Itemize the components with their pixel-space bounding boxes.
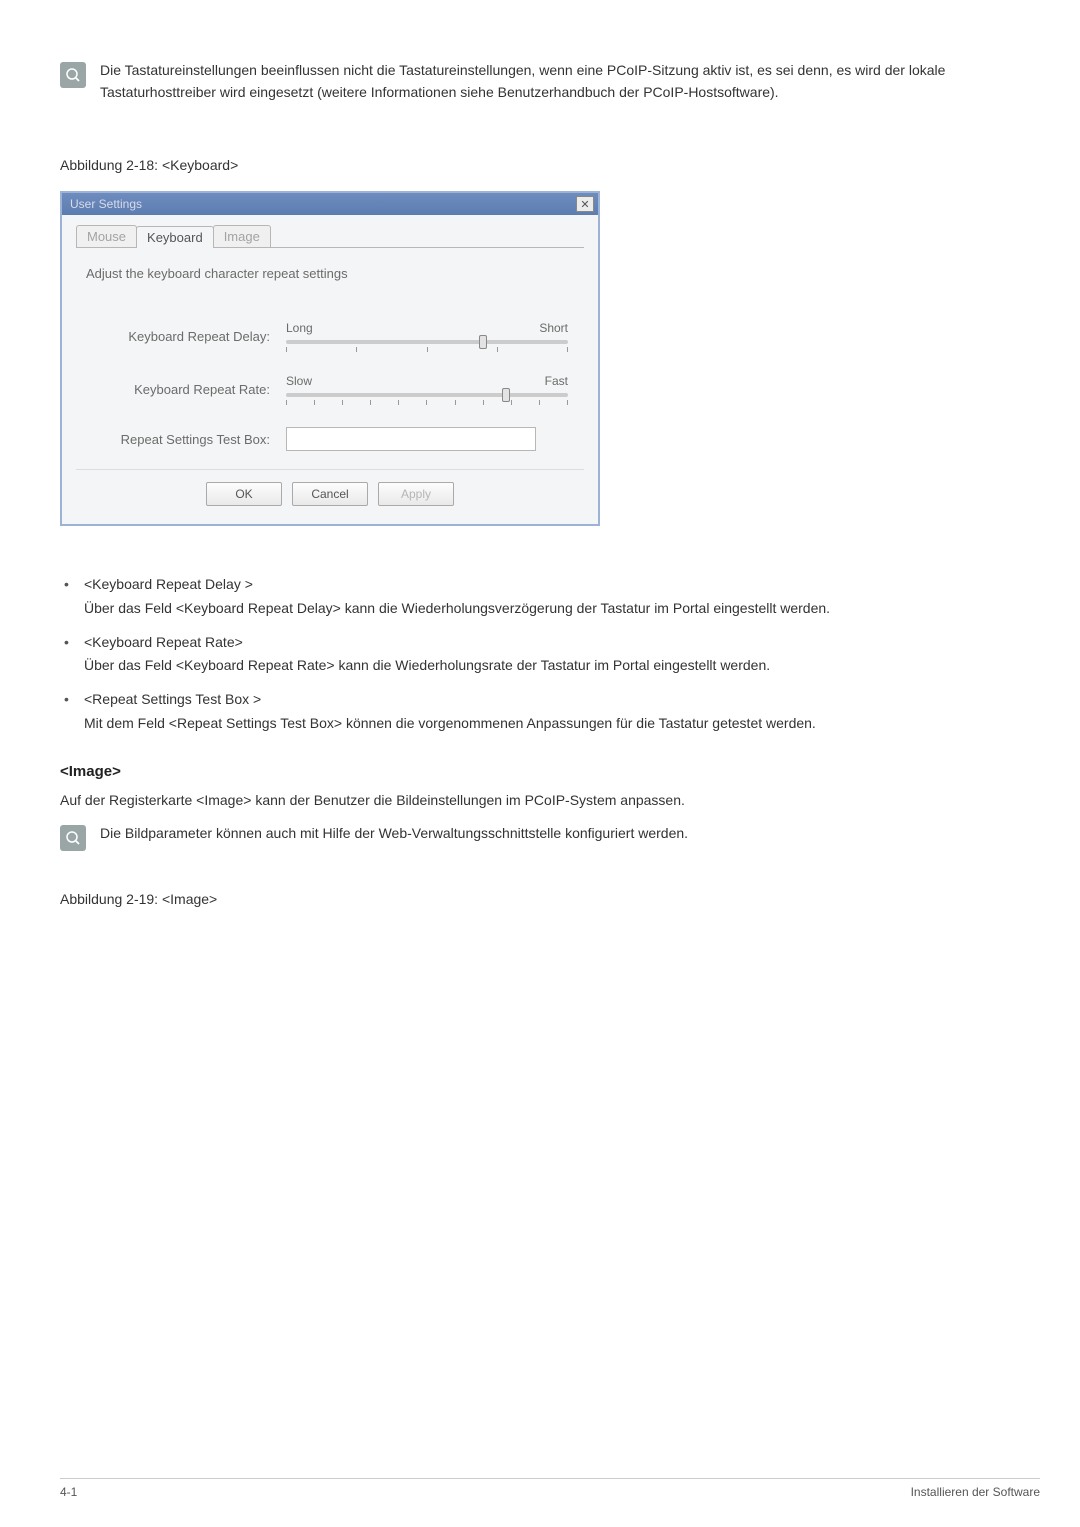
figure-caption-2: Abbildung 2-19: <Image> — [60, 891, 1040, 907]
info-note-text: Die Tastatureinstellungen beeinflussen n… — [100, 60, 1040, 103]
cancel-button[interactable]: Cancel — [292, 482, 368, 506]
item-title: <Keyboard Repeat Rate> — [84, 632, 1040, 654]
label-repeat-rate: Keyboard Repeat Rate: — [106, 382, 286, 397]
user-settings-dialog: User Settings ✕ Mouse Keyboard Image Adj… — [60, 191, 600, 526]
ok-button[interactable]: OK — [206, 482, 282, 506]
repeat-test-input[interactable] — [286, 427, 536, 451]
slider-delay-left: Long — [286, 321, 313, 335]
slider-rate-left: Slow — [286, 374, 312, 388]
list-item: <Keyboard Repeat Delay > Über das Feld <… — [60, 574, 1040, 619]
slider-rate-right: Fast — [545, 374, 568, 388]
item-body: Mit dem Feld <Repeat Settings Test Box> … — [84, 715, 816, 731]
slider-delay-thumb[interactable] — [479, 335, 487, 349]
dialog-title: User Settings — [70, 197, 142, 211]
info-note-2-text: Die Bildparameter können auch mit Hilfe … — [100, 823, 688, 845]
footer-left: 4-1 — [60, 1485, 77, 1499]
label-test-box: Repeat Settings Test Box: — [106, 432, 286, 447]
apply-button: Apply — [378, 482, 454, 506]
list-item: <Keyboard Repeat Rate> Über das Feld <Ke… — [60, 632, 1040, 677]
slider-rate-thumb[interactable] — [502, 388, 510, 402]
item-title: <Keyboard Repeat Delay > — [84, 574, 1040, 596]
item-body: Über das Feld <Keyboard Repeat Rate> kan… — [84, 657, 770, 673]
label-repeat-delay: Keyboard Repeat Delay: — [106, 329, 286, 344]
tab-keyboard[interactable]: Keyboard — [136, 226, 214, 248]
slider-repeat-rate[interactable]: Slow Fast — [286, 374, 568, 405]
tabstrip: Mouse Keyboard Image — [76, 225, 584, 248]
figure-caption-1: Abbildung 2-18: <Keyboard> — [60, 157, 1040, 173]
footer-right: Installieren der Software — [911, 1485, 1040, 1499]
dialog-instruction: Adjust the keyboard character repeat set… — [86, 266, 584, 281]
dialog-titlebar: User Settings ✕ — [62, 193, 598, 215]
description-list: <Keyboard Repeat Delay > Über das Feld <… — [60, 574, 1040, 734]
section-heading-image: <Image> — [60, 763, 1040, 780]
info-note-2: Die Bildparameter können auch mit Hilfe … — [60, 823, 1040, 851]
slider-delay-right: Short — [539, 321, 568, 335]
item-body: Über das Feld <Keyboard Repeat Delay> ka… — [84, 600, 830, 616]
page-footer: 4-1 Installieren der Software — [60, 1478, 1040, 1499]
info-icon — [60, 62, 86, 88]
close-button[interactable]: ✕ — [576, 196, 594, 212]
info-note: Die Tastatureinstellungen beeinflussen n… — [60, 60, 1040, 103]
list-item: <Repeat Settings Test Box > Mit dem Feld… — [60, 689, 1040, 734]
item-title: <Repeat Settings Test Box > — [84, 689, 1040, 711]
tab-image[interactable]: Image — [213, 225, 271, 247]
info-icon — [60, 825, 86, 851]
image-section-body: Auf der Registerkarte <Image> kann der B… — [60, 790, 1040, 812]
slider-repeat-delay[interactable]: Long Short — [286, 321, 568, 352]
tab-mouse[interactable]: Mouse — [76, 225, 137, 247]
